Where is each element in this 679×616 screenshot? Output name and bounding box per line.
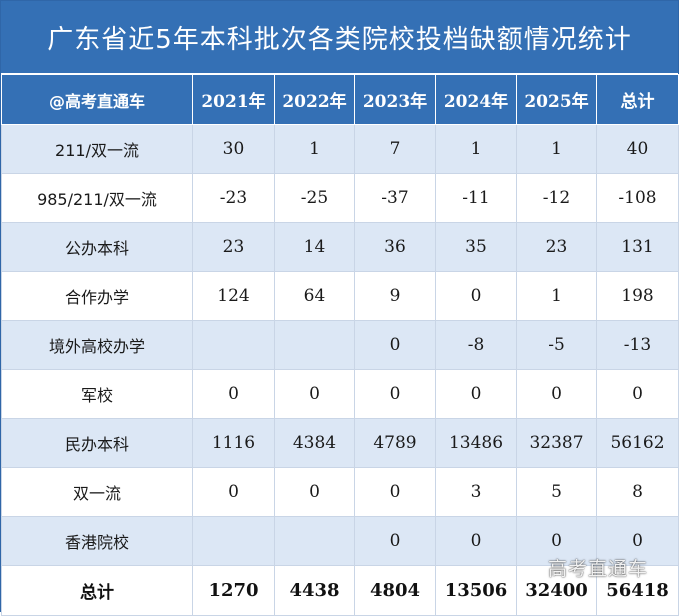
total-label: 总计 <box>1 565 193 616</box>
table-cell: 131 <box>596 222 679 272</box>
table-cell: -5 <box>516 320 597 370</box>
table-cell: 0 <box>516 516 597 566</box>
table-cell: 64 <box>274 271 355 321</box>
table-row: 香港院校 0 0 0 0 <box>1 516 679 566</box>
row-label: 民办本科 <box>1 418 193 468</box>
table-cell: 7 <box>354 124 436 174</box>
row-label: 香港院校 <box>1 516 193 566</box>
table-cell: 1 <box>274 124 355 174</box>
table-title: 广东省近5年本科批次各类院校投档缺额情况统计 <box>1 1 678 74</box>
table-cell: 56162 <box>596 418 679 468</box>
table-cell: -23 <box>192 173 275 223</box>
table-cell: 3 <box>435 467 517 517</box>
header-cell-total: 总计 <box>596 74 679 125</box>
row-label: 境外高校办学 <box>1 320 193 370</box>
table-cell: 1 <box>435 124 517 174</box>
header-cell-2022: 2022年 <box>274 74 355 125</box>
row-label: 985/211/双一流 <box>1 173 193 223</box>
stats-table-image: 广东省近5年本科批次各类院校投档缺额情况统计 @高考直通车 2021年 2022… <box>0 0 679 616</box>
row-label: 公办本科 <box>1 222 193 272</box>
header-cell-2023: 2023年 <box>354 74 436 125</box>
row-label: 211/双一流 <box>1 124 193 174</box>
table-cell: 23 <box>516 222 597 272</box>
table-cell: 23 <box>192 222 275 272</box>
table-cell: -8 <box>435 320 517 370</box>
table-cell <box>192 320 275 370</box>
row-label: 合作办学 <box>1 271 193 321</box>
table-cell: 14 <box>274 222 355 272</box>
table-cell: 30 <box>192 124 275 174</box>
table-cell: 1116 <box>192 418 275 468</box>
table-cell: 1 <box>516 124 597 174</box>
table-cell: 35 <box>435 222 517 272</box>
table-row: 境外高校办学 0 -8 -5 -13 <box>1 320 679 370</box>
table-cell: -13 <box>596 320 679 370</box>
table-cell: 0 <box>354 516 436 566</box>
total-cell: 13506 <box>435 565 517 616</box>
table-cell: 0 <box>354 369 436 419</box>
header-row: @高考直通车 2021年 2022年 2023年 2024年 2025年 总计 <box>1 74 679 125</box>
table-cell: 0 <box>274 467 355 517</box>
table-cell <box>192 516 275 566</box>
table-cell: 0 <box>435 369 517 419</box>
table-cell: 13486 <box>435 418 517 468</box>
table-row: 双一流 0 0 0 3 5 8 <box>1 467 679 517</box>
table-cell: 124 <box>192 271 275 321</box>
table-cell: 0 <box>192 467 275 517</box>
row-label: 军校 <box>1 369 193 419</box>
data-table: @高考直通车 2021年 2022年 2023年 2024年 2025年 总计 … <box>1 74 679 616</box>
total-cell: 56418 <box>596 565 679 616</box>
table-cell: 0 <box>354 467 436 517</box>
table-cell: 0 <box>435 271 517 321</box>
table-cell: 4384 <box>274 418 355 468</box>
table-cell <box>274 516 355 566</box>
total-cell: 32400 <box>516 565 597 616</box>
table-cell: 0 <box>354 320 436 370</box>
header-cell-source: @高考直通车 <box>1 74 193 125</box>
table-cell: 36 <box>354 222 436 272</box>
table-cell: 0 <box>274 369 355 419</box>
table-cell: 0 <box>435 516 517 566</box>
table-row: 211/双一流 30 1 7 1 1 40 <box>1 124 679 174</box>
table-cell: -37 <box>354 173 436 223</box>
table-cell: 0 <box>596 369 679 419</box>
header-cell-2021: 2021年 <box>192 74 275 125</box>
total-cell: 4804 <box>354 565 436 616</box>
table-cell: -25 <box>274 173 355 223</box>
table-cell: 32387 <box>516 418 597 468</box>
header-cell-2025: 2025年 <box>516 74 597 125</box>
table-row: 军校 0 0 0 0 0 0 <box>1 369 679 419</box>
table-cell: 0 <box>192 369 275 419</box>
table-cell: 8 <box>596 467 679 517</box>
table-cell <box>274 320 355 370</box>
table-row: 民办本科 1116 4384 4789 13486 32387 56162 <box>1 418 679 468</box>
header-cell-2024: 2024年 <box>435 74 517 125</box>
table-cell: -108 <box>596 173 679 223</box>
table-cell: 9 <box>354 271 436 321</box>
table-cell: 198 <box>596 271 679 321</box>
table-row: 985/211/双一流 -23 -25 -37 -11 -12 -108 <box>1 173 679 223</box>
table-cell: 5 <box>516 467 597 517</box>
total-cell: 4438 <box>274 565 355 616</box>
row-label: 双一流 <box>1 467 193 517</box>
table-cell: 4789 <box>354 418 436 468</box>
table-row: 合作办学 124 64 9 0 1 198 <box>1 271 679 321</box>
table-row: 公办本科 23 14 36 35 23 131 <box>1 222 679 272</box>
total-cell: 1270 <box>192 565 275 616</box>
table-cell: -12 <box>516 173 597 223</box>
table-cell: 0 <box>596 516 679 566</box>
table-cell: 1 <box>516 271 597 321</box>
table-cell: -11 <box>435 173 517 223</box>
table-cell: 40 <box>596 124 679 174</box>
total-row: 总计 1270 4438 4804 13506 32400 56418 <box>1 565 679 616</box>
table-cell: 0 <box>516 369 597 419</box>
